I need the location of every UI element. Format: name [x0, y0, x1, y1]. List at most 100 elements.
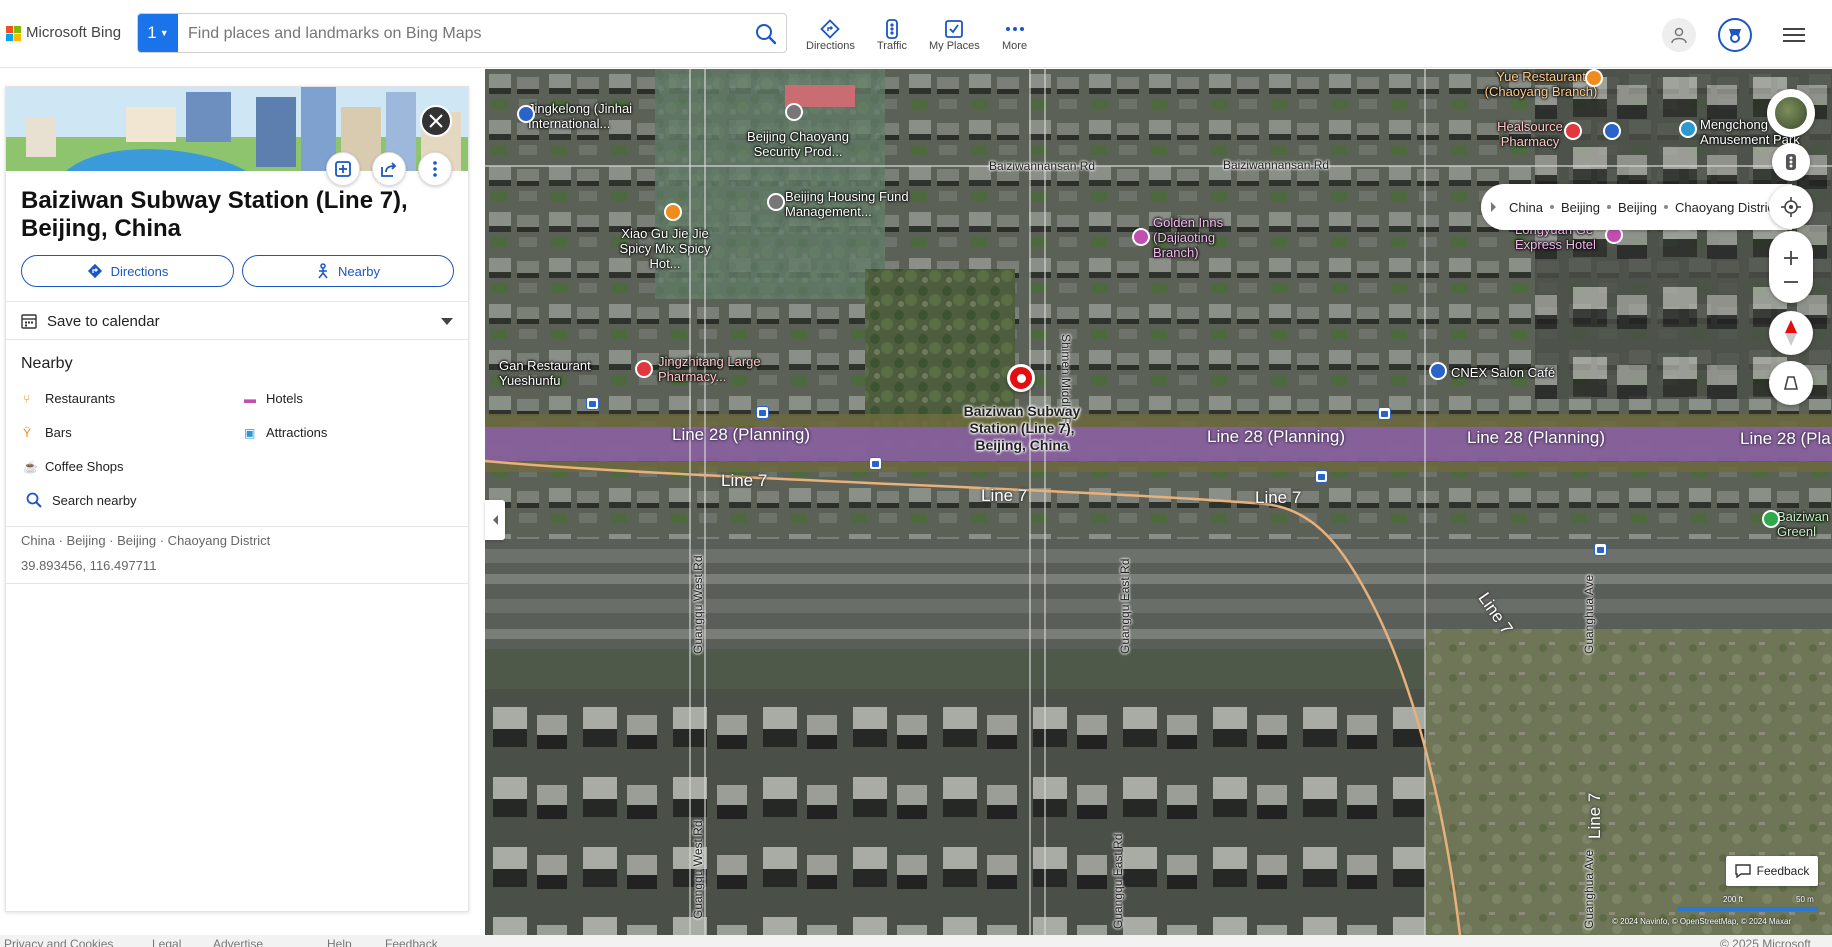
close-panel-button[interactable]	[420, 105, 452, 137]
pharmacy-poi-icon[interactable]	[635, 360, 653, 378]
bus-stop-icon[interactable]	[756, 406, 769, 419]
breadcrumb-province[interactable]: Beijing	[1561, 200, 1600, 215]
traffic-toggle-button[interactable]	[1772, 143, 1810, 181]
building-poi-icon[interactable]	[767, 193, 785, 211]
breadcrumb-country[interactable]: China	[1509, 200, 1543, 215]
footer-link-advertise[interactable]: Advertise	[213, 937, 263, 947]
hotel-poi-icon[interactable]	[1132, 228, 1150, 246]
footer-link-feedback[interactable]: Feedback	[385, 937, 438, 947]
share-button[interactable]	[372, 152, 406, 186]
bus-stop-icon[interactable]	[1594, 543, 1607, 556]
nav-directions[interactable]: Directions	[806, 18, 855, 52]
poi-label-jingzhitang[interactable]: Jingzhitang Large Pharmacy...	[658, 354, 788, 384]
search-badge-dropdown[interactable]: 1 ▼	[138, 14, 178, 52]
poi-label-baiziwan-green[interactable]: Baiziwan Greenl	[1777, 509, 1832, 539]
collapse-panel-button[interactable]	[485, 500, 505, 540]
building-poi-icon[interactable]	[785, 103, 803, 121]
expand-triangle-icon[interactable]	[1491, 202, 1496, 212]
metro-line-7-label-1: Line 7	[721, 471, 768, 490]
location-breadcrumb[interactable]: China Beijing Beijing Chaoyang District	[1481, 184, 1792, 230]
restaurant-poi-icon[interactable]	[1585, 69, 1603, 87]
divider	[6, 301, 468, 302]
poi-label-security[interactable]: Beijing Chaoyang Security Prod...	[738, 129, 858, 159]
cafe-poi-icon[interactable]	[1429, 362, 1447, 380]
bus-stop-icon[interactable]	[869, 457, 882, 470]
nearby-label: Nearby	[338, 263, 380, 279]
search-input[interactable]	[186, 23, 726, 45]
tilt-button[interactable]	[1769, 361, 1813, 405]
poi-label-housing-fund[interactable]: Beijing Housing Fund Management...	[785, 189, 915, 219]
nearby-coffee-shops[interactable]: ☕ Coffee Shops	[23, 459, 124, 474]
poi-label-golden-inns[interactable]: Golden Inns (Dajiaoting Branch)	[1153, 215, 1263, 260]
nearby-person-icon	[318, 263, 328, 279]
save-place-button[interactable]	[326, 152, 360, 186]
directions-button[interactable]: Directions	[21, 255, 234, 287]
rewards-button[interactable]	[1718, 18, 1752, 52]
poi-label-cnex[interactable]: CNEX Salon Café	[1451, 365, 1555, 380]
map-style-button[interactable]	[1767, 89, 1815, 137]
compass-button[interactable]	[1769, 311, 1813, 355]
coordinates-text: 39.893456, 116.497711	[21, 558, 157, 573]
divider	[6, 583, 468, 584]
nav-traffic[interactable]: Traffic	[877, 18, 907, 52]
nav-more[interactable]: More	[1002, 18, 1027, 52]
nearby-attractions[interactable]: ▣ Attractions	[244, 425, 327, 440]
hamburger-menu-icon	[1783, 28, 1805, 42]
more-options-button[interactable]	[418, 152, 452, 186]
menu-button[interactable]	[1777, 18, 1811, 52]
bus-stop-icon[interactable]	[1378, 407, 1391, 420]
poi-label-healsource[interactable]: Healsource Pharmacy	[1485, 119, 1575, 149]
road-label-baiziwannansan-1: Baiziwannansan Rd	[989, 159, 1096, 173]
footer-link-privacy[interactable]: Privacy and Cookies	[4, 937, 113, 947]
restaurant-poi-icon[interactable]	[664, 203, 682, 221]
nav-my-places-label: My Places	[929, 40, 980, 52]
account-button[interactable]	[1662, 18, 1696, 52]
nearby-hotels[interactable]: ▬ Hotels	[244, 391, 303, 406]
poi-label-xiaogu[interactable]: Xiao Gu Jie Jie Spicy Mix Spicy Hot...	[605, 226, 725, 271]
bing-logo[interactable]: Microsoft Bing	[6, 24, 121, 41]
park-poi-icon[interactable]	[1762, 510, 1780, 528]
pharmacy-poi-icon[interactable]	[1564, 122, 1582, 140]
search-box[interactable]: 1 ▼	[137, 13, 787, 53]
footer-link-help[interactable]: Help	[327, 937, 352, 947]
road-label-guanghua: Guanghua Ave	[1582, 574, 1596, 654]
nearby-bars-label: Bars	[45, 425, 72, 440]
zoom-in-icon[interactable]	[1783, 250, 1799, 266]
bus-stop-icon[interactable]	[1315, 470, 1328, 483]
location-pin-icon[interactable]	[1007, 364, 1035, 392]
metro-line-28-label-1: Line 28 (Planning)	[672, 425, 810, 444]
shopping-poi-icon[interactable]	[517, 105, 535, 123]
nav-my-places[interactable]: My Places	[929, 18, 980, 52]
footer-link-legal[interactable]: Legal	[152, 937, 181, 947]
more-icon	[1005, 18, 1025, 40]
nearby-restaurants[interactable]: ⑂ Restaurants	[23, 391, 115, 406]
chevron-down-icon[interactable]	[441, 317, 453, 325]
feedback-button[interactable]: Feedback	[1726, 856, 1818, 886]
search-nearby-link[interactable]: Search nearby	[26, 492, 137, 508]
save-to-calendar-label: Save to calendar	[47, 312, 160, 330]
breadcrumb-city[interactable]: Beijing	[1618, 200, 1657, 215]
metro-line-28-label-3: Line 28 (Planning)	[1467, 428, 1605, 447]
road-label-guangqu-west: Guangqu West Rd	[691, 555, 705, 654]
save-to-calendar-row[interactable]: Save to calendar	[21, 309, 453, 333]
metro-line-7-label-3: Line 7	[1255, 488, 1302, 507]
shopping-poi-icon[interactable]	[1603, 122, 1621, 140]
breadcrumb-district[interactable]: Chaoyang District	[1675, 200, 1778, 215]
nearby-button[interactable]: Nearby	[242, 255, 454, 287]
amusement-poi-icon[interactable]	[1679, 120, 1697, 138]
zoom-out-icon[interactable]	[1783, 280, 1799, 284]
traffic-icon	[885, 18, 899, 40]
map-canvas[interactable]: Jingkelong (Jinhai International... Beij…	[485, 69, 1832, 935]
pin-label[interactable]: Baiziwan Subway Station (Line 7), Beijin…	[955, 403, 1089, 454]
my-places-icon	[945, 18, 964, 40]
search-icon[interactable]	[754, 22, 778, 46]
locate-me-button[interactable]	[1769, 185, 1813, 229]
nav-traffic-label: Traffic	[877, 40, 907, 52]
nearby-coffee-shops-label: Coffee Shops	[45, 459, 124, 474]
nearby-bars[interactable]: Ÿ Bars	[23, 425, 72, 440]
more-vertical-icon	[433, 161, 437, 177]
poi-label-jingkelong[interactable]: Jingkelong (Jinhai International...	[528, 101, 638, 131]
bus-stop-icon[interactable]	[586, 397, 599, 410]
divider	[6, 526, 468, 527]
poi-label-gan-restaurant[interactable]: Gan Restaurant Yueshunfu	[499, 358, 619, 388]
